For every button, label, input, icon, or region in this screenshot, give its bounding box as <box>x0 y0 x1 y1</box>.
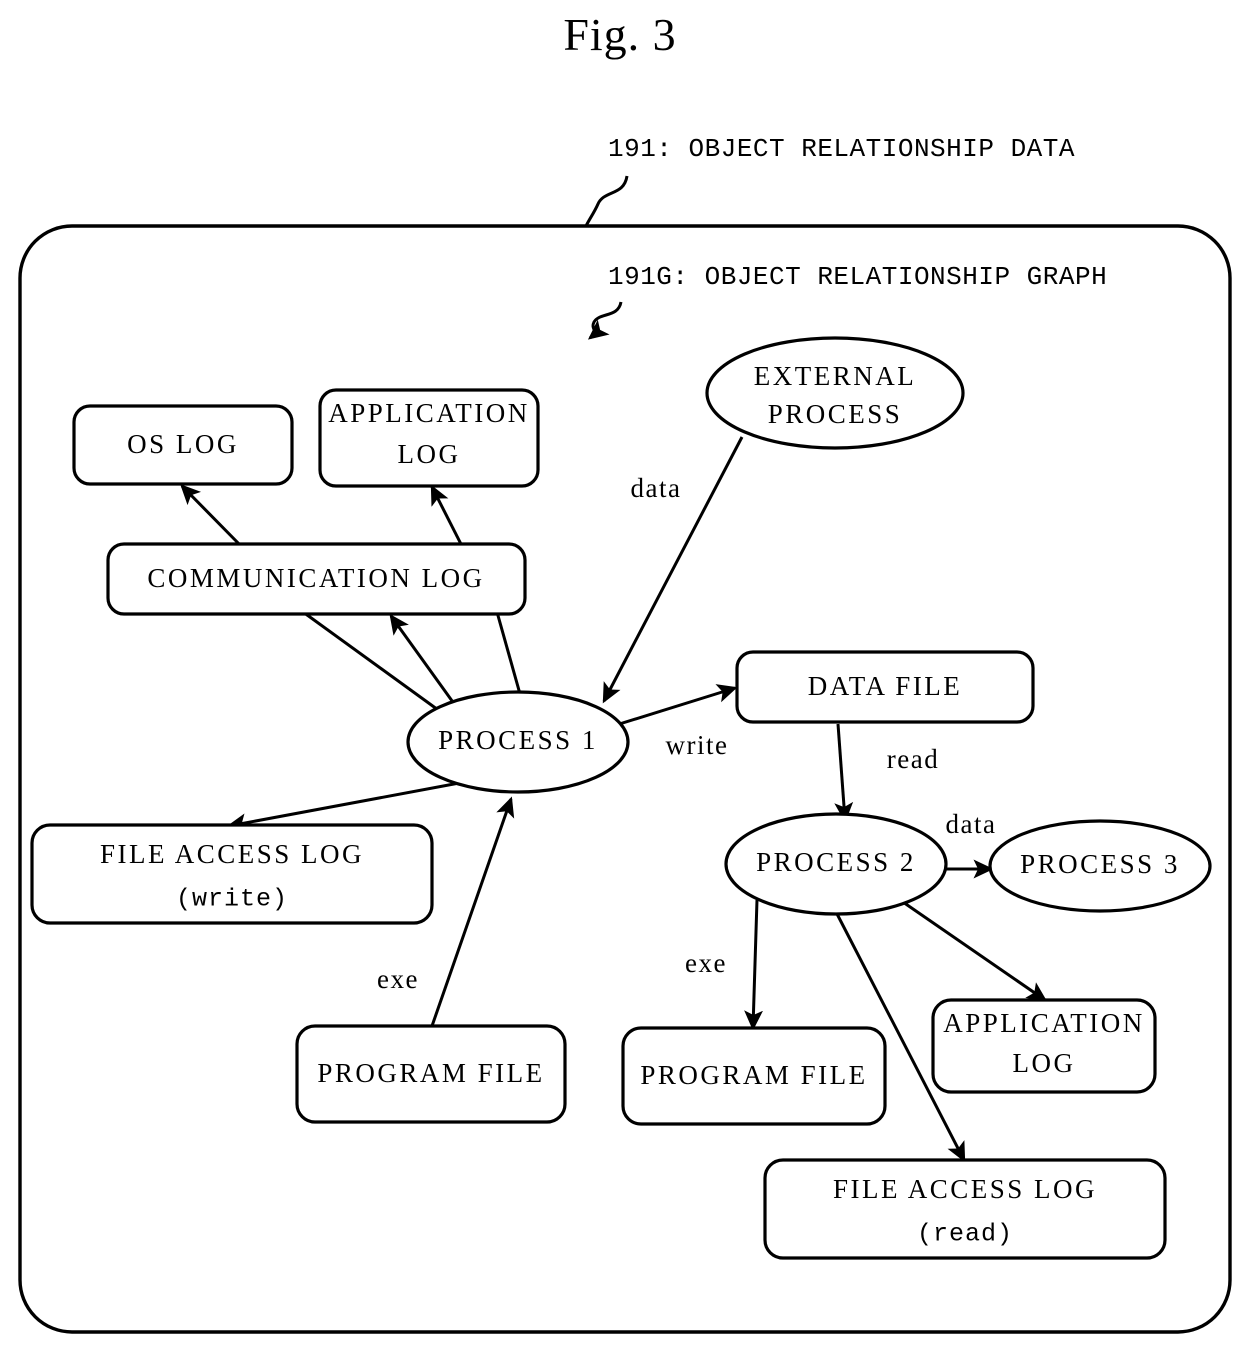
edge-data-file-to-process2 <box>834 723 854 823</box>
edge-communication-log-to-os-log <box>180 484 245 550</box>
edge-process1-to-communication-log <box>389 613 457 706</box>
node-file-access-log-write-label-line1: FILE ACCESS LOG <box>100 839 364 869</box>
node-os-log-label: OS LOG <box>127 429 239 459</box>
node-data-file[interactable]: DATA FILE <box>735 650 1035 724</box>
node-file-access-log-read[interactable]: FILE ACCESS LOG (read) <box>763 1158 1167 1260</box>
node-file-access-log-write-label-line2: (write) <box>176 885 288 914</box>
object-relationship-graph-canvas: OS LOG APPLICATION LOG COMMUNICATION LOG… <box>18 175 1232 1334</box>
node-application-log-lower-label-line2: LOG <box>1013 1048 1076 1078</box>
node-program-file-right-label: PROGRAM FILE <box>640 1060 867 1090</box>
node-application-log-lower-label-line1: APPLICATION <box>943 1008 1145 1038</box>
edge-label-exe-left: exe <box>377 964 419 994</box>
node-program-file-right[interactable]: PROGRAM FILE <box>621 1026 887 1126</box>
node-os-log[interactable]: OS LOG <box>72 404 294 486</box>
node-process-1-label: PROCESS 1 <box>438 725 598 755</box>
node-communication-log-label: COMMUNICATION LOG <box>147 563 484 593</box>
node-external-process-label-line2: PROCESS <box>768 399 903 429</box>
node-process-2-label: PROCESS 2 <box>756 847 916 877</box>
edge-process2-to-application-log2 <box>899 898 1048 1002</box>
node-program-file-left-label: PROGRAM FILE <box>317 1058 544 1088</box>
node-application-log-upper-label-line2: LOG <box>398 439 461 469</box>
node-application-log-upper-label-line1: APPLICATION <box>328 398 530 428</box>
node-external-process[interactable]: EXTERNAL PROCESS <box>705 336 965 450</box>
node-application-log-lower[interactable]: APPLICATION LOG <box>931 998 1157 1094</box>
node-process-3[interactable]: PROCESS 3 <box>988 819 1212 913</box>
edge-process1-to-os-log <box>302 610 453 722</box>
node-external-process-label-line1: EXTERNAL <box>754 361 916 391</box>
edge-label-write: write <box>666 730 729 760</box>
node-process-2[interactable]: PROCESS 2 <box>724 812 948 916</box>
edge-process1-to-application-log <box>495 611 522 695</box>
node-file-access-log-write[interactable]: FILE ACCESS LOG (write) <box>30 823 434 925</box>
node-file-access-log-read-label-line1: FILE ACCESS LOG <box>833 1174 1097 1204</box>
node-process-3-label: PROCESS 3 <box>1020 849 1180 879</box>
edge-label-data-process: data <box>946 809 997 839</box>
edge-communication-log-to-application-log <box>430 484 466 551</box>
leader-line-191g <box>587 301 623 340</box>
node-file-access-log-read-label-line2: (read) <box>917 1220 1013 1249</box>
leader-line-191 <box>584 175 629 227</box>
node-external-process-shape[interactable] <box>705 336 965 450</box>
node-communication-log[interactable]: COMMUNICATION LOG <box>106 542 527 616</box>
edge-label-read: read <box>887 744 939 774</box>
edge-label-data-external: data <box>631 473 682 503</box>
node-program-file-left[interactable]: PROGRAM FILE <box>295 1024 567 1124</box>
edge-process1-to-data-file <box>612 684 738 728</box>
edge-program-file1-to-process1 <box>430 796 515 1027</box>
edge-process2-to-program-file2 <box>744 899 763 1031</box>
edge-label-exe-right: exe <box>685 948 727 978</box>
edge-process1-to-file-access-log-write <box>226 779 471 833</box>
node-application-log-upper[interactable]: APPLICATION LOG <box>318 388 540 488</box>
node-data-file-label: DATA FILE <box>808 671 963 701</box>
node-process-1[interactable]: PROCESS 1 <box>406 690 630 794</box>
